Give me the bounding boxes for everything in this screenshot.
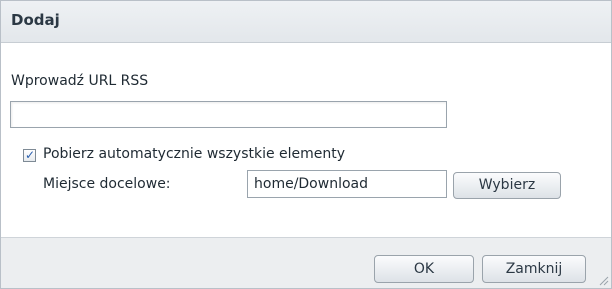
auto-download-label[interactable]: Pobierz automatycznie wszystkie elementy [43, 146, 345, 162]
dialog-footer: OK Zamknij [1, 237, 611, 288]
browse-button[interactable]: Wybierz [453, 172, 561, 199]
resize-grip-icon[interactable] [597, 274, 609, 286]
rss-url-label: Wprowadź URL RSS [11, 73, 149, 89]
destination-input[interactable] [247, 170, 447, 198]
checkmark-icon: ✓ [25, 148, 36, 162]
add-rss-dialog: Dodaj Wprowadź URL RSS ✓ Pobierz automat… [0, 0, 612, 289]
dialog-body: Wprowadź URL RSS ✓ Pobierz automatycznie… [1, 43, 611, 237]
close-button[interactable]: Zamknij [482, 255, 586, 283]
destination-label: Miejsce docelowe: [43, 176, 171, 192]
dialog-title-bar[interactable]: Dodaj [1, 1, 611, 43]
dialog-title: Dodaj [11, 11, 60, 29]
rss-url-input[interactable] [10, 101, 447, 128]
auto-download-checkbox[interactable]: ✓ [23, 148, 36, 162]
ok-button[interactable]: OK [374, 255, 474, 283]
